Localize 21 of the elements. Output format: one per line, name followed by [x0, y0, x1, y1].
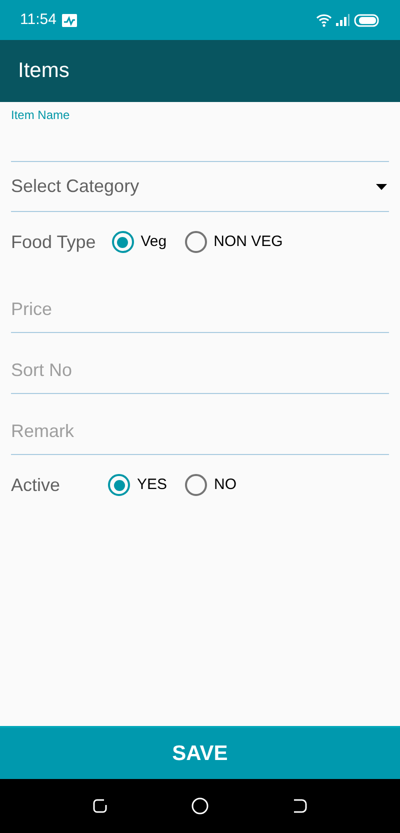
- app-title: Items: [18, 58, 70, 84]
- radio-option[interactable]: YES: [108, 470, 168, 500]
- clock: 11:54: [20, 10, 56, 30]
- activity-icon: [62, 14, 78, 26]
- field-label: Active: [11, 474, 62, 496]
- text-field[interactable]: Sort No: [11, 333, 389, 394]
- radio-option[interactable]: NON VEG: [184, 227, 283, 257]
- field-label: Item Name: [11, 108, 70, 122]
- dropdown-caret-icon: [376, 184, 387, 190]
- back-icon[interactable]: [292, 798, 308, 814]
- text-field[interactable]: Remark: [11, 394, 389, 455]
- wifi-icon: [316, 14, 332, 26]
- battery-icon: [354, 14, 380, 26]
- signal-icon: [336, 14, 350, 26]
- category-dropdown[interactable]: Select Category: [11, 162, 389, 212]
- radio-option[interactable]: NO: [185, 470, 237, 500]
- radio-option[interactable]: Veg: [112, 227, 167, 257]
- text-field[interactable]: Price: [11, 272, 389, 333]
- home-icon[interactable]: [190, 797, 209, 815]
- field-label: Food Type: [11, 230, 96, 254]
- recent-apps-icon[interactable]: [92, 798, 108, 814]
